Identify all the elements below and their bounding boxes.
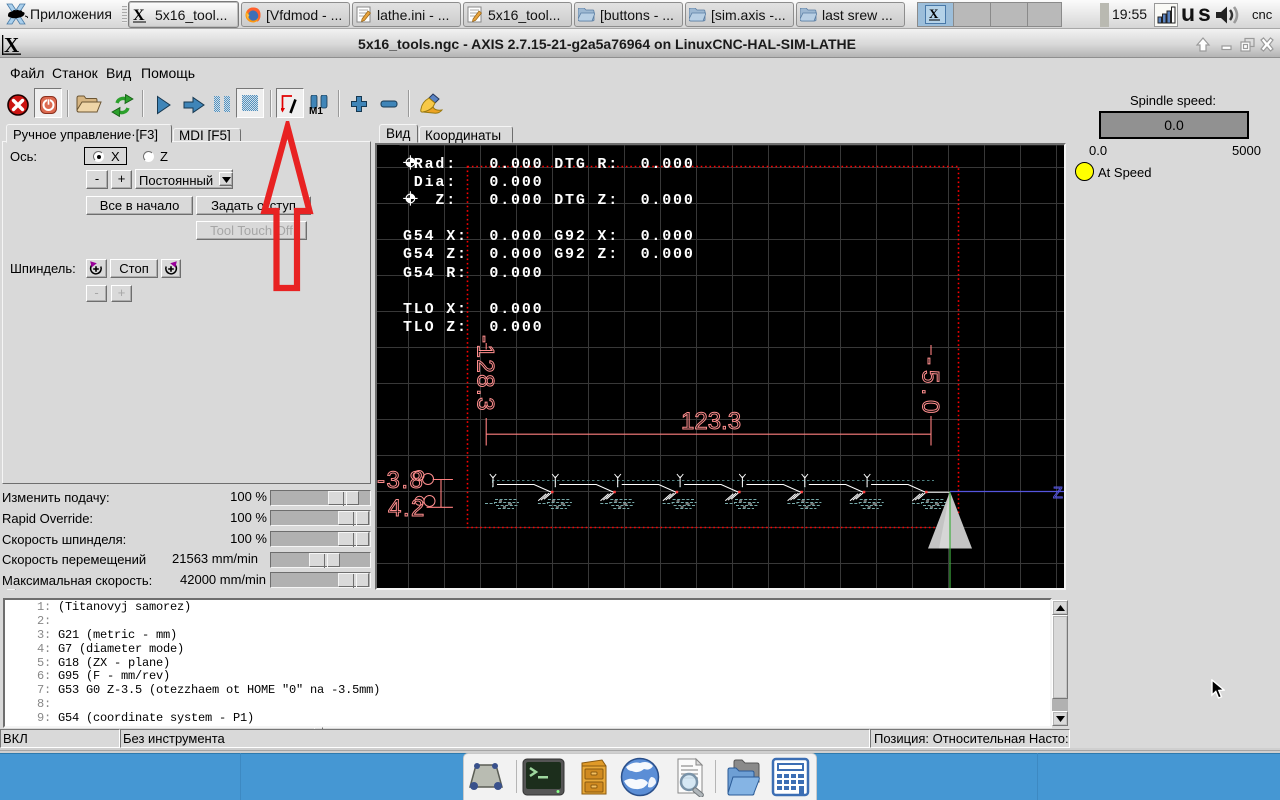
svg-text:4.2: 4.2 [388, 495, 426, 522]
svg-text:-128.3: -128.3 [472, 335, 499, 412]
svg-text:M1: M1 [309, 106, 323, 114]
svg-text:X: X [929, 7, 939, 21]
svg-text:123.3: 123.3 [681, 408, 741, 435]
svg-text:-5.0: -5.0 [917, 357, 944, 418]
svg-text:X: X [133, 7, 145, 23]
svg-text:Z: Z [1053, 485, 1063, 502]
